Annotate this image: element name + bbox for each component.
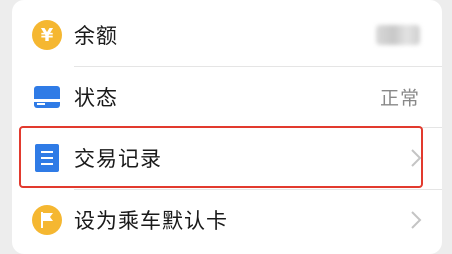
status-row: 状态 正常: [12, 66, 442, 128]
balance-row[interactable]: ¥ 余额: [12, 4, 442, 66]
card-status-icon: [30, 80, 64, 114]
transaction-records-label: 交易记录: [74, 147, 162, 171]
balance-label: 余额: [74, 24, 118, 48]
status-label: 状态: [74, 86, 118, 110]
balance-value-redacted: [376, 25, 420, 45]
chevron-right-icon: [411, 149, 422, 167]
yuan-symbol: ¥: [32, 20, 62, 50]
flag-icon: [30, 203, 64, 237]
set-default-card-row[interactable]: 设为乘车默认卡: [12, 189, 442, 251]
set-default-card-label: 设为乘车默认卡: [74, 209, 228, 233]
transaction-records-row[interactable]: 交易记录: [12, 127, 442, 189]
status-value: 正常: [379, 87, 420, 110]
settings-card: ¥ 余额 状态 正常 交易记录 设为乘车默认卡: [12, 0, 442, 254]
chevron-right-icon: [411, 211, 422, 229]
document-list-icon: [30, 141, 64, 175]
yuan-coin-icon: ¥: [30, 18, 64, 52]
